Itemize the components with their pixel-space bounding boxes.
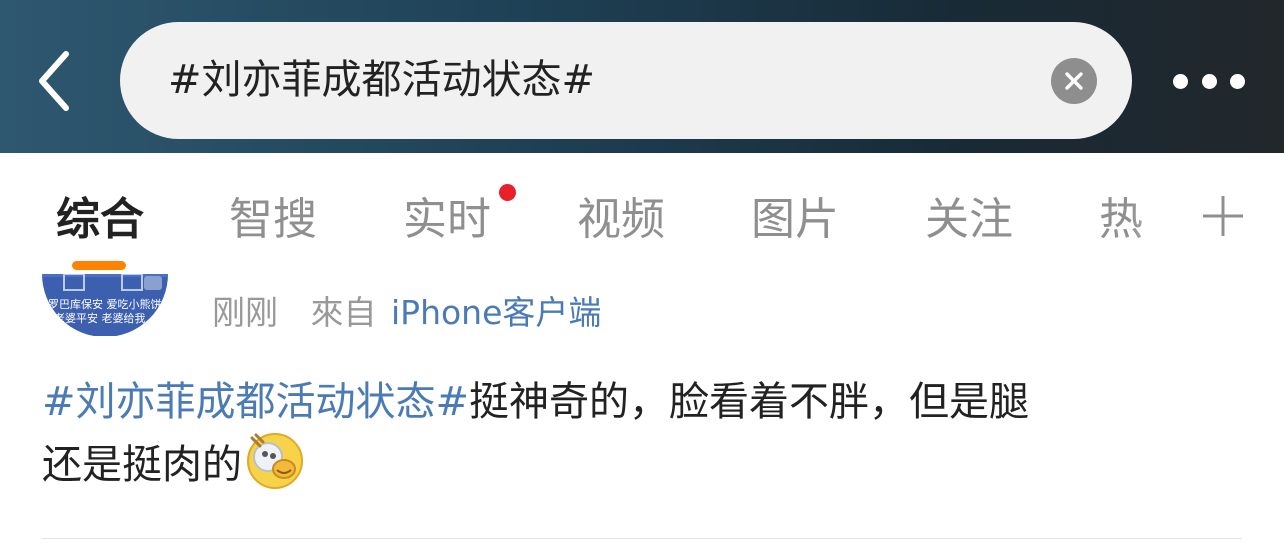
close-icon: [1065, 72, 1083, 90]
source-client-link[interactable]: iPhone客户端: [391, 293, 601, 332]
svg-text:罗巴库保安 爱吃小熊饼: 罗巴库保安 爱吃小熊饼: [48, 297, 162, 311]
topic-link[interactable]: #刘亦菲成都活动状态#: [42, 379, 469, 425]
back-button[interactable]: [22, 48, 86, 114]
tab-video[interactable]: 视频: [577, 191, 665, 249]
post-divider: [42, 538, 1242, 539]
clear-search-button[interactable]: [1051, 58, 1097, 104]
avatar[interactable]: 罗巴库保安 爱吃小熊饼 老婆平安 老婆给我: [42, 274, 168, 336]
post-body-line2: 还是挺肉的: [42, 442, 242, 488]
avatar-image: 罗巴库保安 爱吃小熊饼 老婆平安 老婆给我: [42, 274, 168, 336]
post-time: 刚刚: [212, 293, 278, 332]
tab-overflow-fade: [1130, 183, 1200, 263]
post-meta: 刚刚 來自 iPhone客户端: [212, 290, 601, 336]
plus-icon: [1203, 196, 1243, 236]
more-dots-icon: [1230, 73, 1245, 89]
top-search-bar: [0, 0, 1284, 153]
more-dots-icon: [1201, 73, 1217, 89]
source-label: 來自: [310, 293, 377, 332]
active-tab-indicator: [72, 261, 126, 270]
svg-text:老婆平安 老婆给我: 老婆平安 老婆给我: [54, 311, 146, 325]
tab-smart-search[interactable]: 智搜: [229, 191, 317, 249]
new-content-dot: [499, 184, 516, 201]
tab-realtime[interactable]: 实时: [403, 191, 491, 249]
more-dots-icon: [1173, 73, 1188, 89]
tab-following[interactable]: 关注: [925, 191, 1013, 249]
search-tabs: 综合 智搜 实时 视频 图片 关注 热: [0, 153, 1284, 273]
search-input[interactable]: [168, 51, 1028, 109]
doge-laugh-emoji-icon: [247, 433, 303, 489]
chevron-left-icon: [39, 51, 69, 111]
tab-images[interactable]: 图片: [751, 191, 839, 249]
post-body-line1: 挺神奇的，脸看着不胖，但是腿: [469, 379, 1030, 425]
tab-comprehensive[interactable]: 综合: [56, 191, 144, 249]
search-box[interactable]: [120, 22, 1132, 139]
more-options-button[interactable]: [1168, 60, 1250, 102]
add-tab-button[interactable]: [1200, 193, 1246, 239]
post-text: #刘亦菲成都活动状态#挺神奇的，脸看着不胖，但是腿 还是挺肉的: [42, 372, 1242, 495]
